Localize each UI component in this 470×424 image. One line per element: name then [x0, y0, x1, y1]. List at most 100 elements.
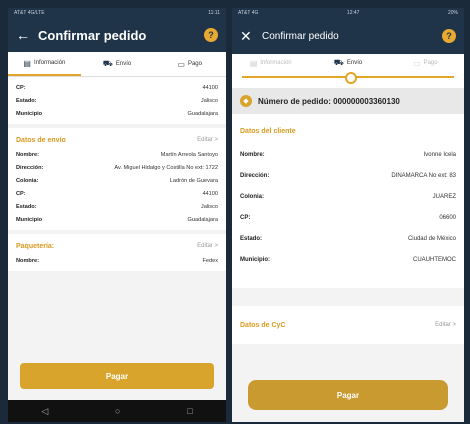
- checkout-tabs: ▤ Información ⛟ Envío ▭ Pago: [8, 52, 226, 77]
- step-label: Pago: [423, 60, 438, 66]
- document-icon: ▤: [23, 58, 31, 68]
- back-nav-icon[interactable]: ◁: [41, 406, 48, 417]
- info-row: Colonia: JUAREZ: [240, 186, 456, 207]
- tab-label: Envío: [115, 61, 132, 67]
- section-header: Datos de CyC Editar >: [240, 310, 456, 340]
- status-right: 20%: [447, 10, 458, 16]
- pay-bar: Pagar: [232, 372, 464, 418]
- row-key: Municipio: [16, 110, 43, 117]
- row-value: JUAREZ: [432, 193, 456, 200]
- row-value: Ladrón de Guevara: [169, 177, 218, 184]
- tab-pago[interactable]: ▭ Pago: [153, 60, 226, 69]
- row-key: Colonia:: [240, 193, 264, 200]
- info-row: Nombre: Fedex: [16, 254, 218, 267]
- phone-right: AT&T 4G 12:47 20% ✕ Confirmar pedido ? ▤…: [232, 8, 464, 422]
- info-row: Dirección: DINAMARCA No ext: 83: [240, 165, 456, 186]
- row-value: CUAUHTEMOC: [413, 256, 456, 263]
- recents-nav-icon[interactable]: □: [187, 406, 192, 416]
- step-envio[interactable]: ⛟ Envío: [309, 58, 386, 68]
- row-value: Av. Miguel Hidalgo y Costilla No ext: 17…: [114, 164, 218, 171]
- row-value: 06600: [439, 214, 456, 221]
- info-row: Estado: Jalisco: [16, 94, 218, 107]
- row-value: Ivonne Icela: [423, 151, 456, 158]
- row-key: Nombre:: [16, 257, 39, 264]
- info-row: Nombre: Ivonne Icela: [240, 144, 456, 165]
- edit-carrier-link[interactable]: Editar >: [197, 243, 218, 249]
- section-title: Paquetería:: [16, 242, 55, 250]
- step-pago[interactable]: ▭ Pago: [387, 59, 464, 68]
- row-key: Colonia:: [16, 177, 39, 184]
- edit-cyc-link[interactable]: Editar >: [435, 322, 456, 328]
- tab-envio[interactable]: ⛟ Envío: [81, 59, 154, 69]
- row-key: Municipio: [16, 216, 43, 223]
- close-icon[interactable]: ✕: [240, 28, 262, 45]
- status-bar: AT&T 4G 12:47 20%: [232, 8, 464, 18]
- tab-label: Pago: [187, 61, 202, 67]
- row-value: Fedex: [202, 257, 218, 264]
- row-value: Guadalajara: [187, 110, 218, 117]
- order-number: Número de pedido: 000000003360130: [258, 96, 400, 106]
- card-icon: ▭: [177, 59, 185, 69]
- row-key: Nombre:: [16, 151, 39, 158]
- row-value: 44100: [202, 190, 218, 197]
- row-key: CP:: [240, 214, 251, 221]
- info-row: Dirección: Av. Miguel Hidalgo y Costilla …: [16, 161, 218, 174]
- help-icon[interactable]: ?: [442, 29, 456, 43]
- section-header: Paquetería: Editar >: [16, 238, 218, 254]
- address-section: CP: 44100 Estado: Jalisco Municipio Guadala…: [8, 77, 226, 124]
- truck-icon: ⛟: [333, 58, 344, 67]
- android-nav-bar: ◁ ○ □: [8, 400, 226, 422]
- row-value: Jalisco: [200, 97, 218, 104]
- truck-icon: ⛟: [102, 59, 113, 68]
- edit-shipping-link[interactable]: Editar >: [197, 137, 218, 143]
- row-value: Martín Arreola Santoyo: [160, 151, 218, 158]
- info-row: CP: 44100: [16, 81, 218, 94]
- info-row: Municipio Guadalajara: [16, 107, 218, 120]
- pay-bar: Pagar: [8, 358, 226, 394]
- info-row: Estado: Ciudad de México: [240, 228, 456, 249]
- page-title: Confirmar pedido: [262, 30, 339, 42]
- client-section: Datos del cliente Nombre: Ivonne Icela Di…: [232, 114, 464, 288]
- section-header: Datos de envío Editar >: [16, 132, 218, 148]
- row-key: Estado:: [16, 203, 37, 210]
- order-number-bar: ◆ Número de pedido: 000000003360130: [232, 88, 464, 114]
- app-bar: ✕ Confirmar pedido ?: [232, 18, 464, 54]
- step-label: Envío: [346, 60, 363, 66]
- info-row: Municipio Guadalajara: [16, 213, 218, 226]
- info-row: Colonia: Ladrón de Guevara: [16, 174, 218, 187]
- section-divider: [232, 292, 464, 306]
- row-key: CP:: [16, 84, 26, 91]
- section-header: Datos del cliente: [240, 118, 456, 144]
- row-key: Nombre:: [240, 151, 265, 158]
- row-value: Guadalajara: [187, 216, 218, 223]
- info-row: Estado: Jalisco: [16, 200, 218, 213]
- status-center: 12:47: [346, 10, 360, 16]
- back-arrow-icon[interactable]: ←: [16, 27, 38, 43]
- status-bar: AT&T 4G/LTE 11:11: [8, 8, 226, 18]
- shipping-section: Datos de envío Editar > Nombre: Martín Ar…: [8, 128, 226, 230]
- pay-button[interactable]: Pagar: [248, 380, 448, 410]
- row-key: Estado:: [240, 235, 263, 242]
- tab-label: Información: [33, 60, 66, 66]
- home-nav-icon[interactable]: ○: [115, 406, 120, 416]
- page-title: Confirmar pedido: [38, 27, 147, 43]
- row-value: 44100: [202, 84, 218, 91]
- carrier-section: Paquetería: Editar > Nombre: Fedex: [8, 234, 226, 271]
- card-icon: ▭: [413, 58, 421, 68]
- info-row: CP: 44100: [16, 187, 218, 200]
- step-informacion[interactable]: ▤ Información: [232, 59, 309, 68]
- info-row: Municipio: CUAUHTEMOC: [240, 249, 456, 270]
- row-key: Dirección:: [240, 172, 270, 179]
- document-icon: ▤: [249, 58, 258, 68]
- status-left: AT&T 4G: [238, 10, 259, 16]
- status-left: AT&T 4G/LTE: [14, 10, 45, 16]
- tab-informacion[interactable]: ▤ Información: [8, 52, 81, 76]
- checkout-stepper: ▤ Información ⛟ Envío ▭ Pago: [232, 54, 464, 88]
- help-icon[interactable]: ?: [204, 28, 218, 42]
- row-key: CP:: [16, 190, 26, 197]
- info-row: CP: 06600: [240, 207, 456, 228]
- row-key: Dirección:: [16, 164, 44, 171]
- row-value: DINAMARCA No ext: 83: [391, 172, 456, 179]
- info-row: Nombre: Martín Arreola Santoyo: [16, 148, 218, 161]
- pay-button[interactable]: Pagar: [20, 363, 214, 389]
